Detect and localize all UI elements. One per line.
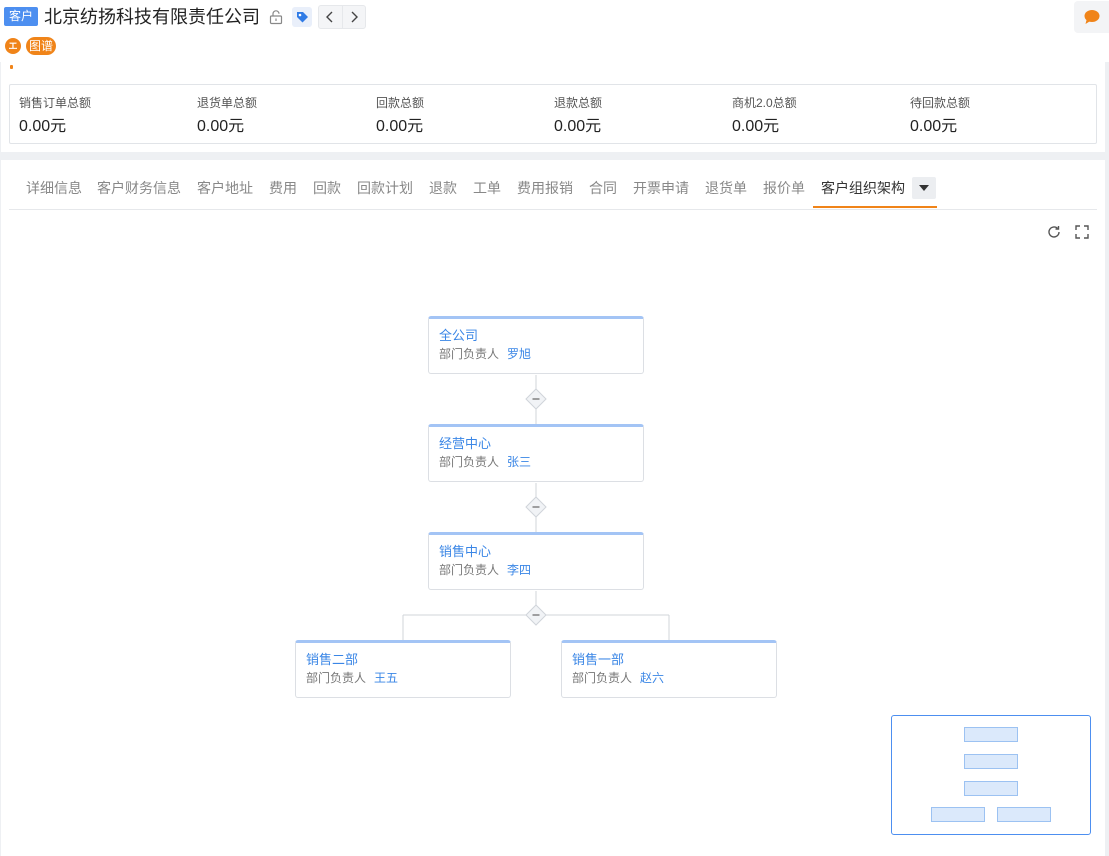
section-marker <box>10 65 13 69</box>
summary-value: 0.00元 <box>554 118 602 135</box>
minimap-node <box>931 807 985 822</box>
org-node-sales-dept-2[interactable]: 销售二部 部门负责人 王五 <box>295 640 511 698</box>
owner-avatar[interactable]: エ <box>5 38 21 54</box>
minimap-node <box>964 781 1018 796</box>
next-record-button[interactable] <box>341 6 365 28</box>
tab-work-orders[interactable]: 工单 <box>473 172 501 208</box>
chat-button[interactable] <box>1074 1 1109 33</box>
org-chart-minimap[interactable] <box>891 715 1091 835</box>
tab-payment-plan[interactable]: 回款计划 <box>357 172 413 208</box>
summary-label: 退款总额 <box>554 96 603 110</box>
tab-label: 客户组织架构 <box>821 180 905 196</box>
org-node-sales-dept-1[interactable]: 销售一部 部门负责人 赵六 <box>561 640 777 698</box>
previous-record-button[interactable] <box>319 6 342 28</box>
org-node-head[interactable]: 王五 <box>374 669 398 686</box>
org-node-name: 经营中心 <box>439 436 492 451</box>
refresh-icon[interactable] <box>1046 224 1062 240</box>
org-node-operations-center[interactable]: 经营中心 部门负责人 张三 <box>428 424 644 482</box>
summary-value: 0.00元 <box>376 118 424 135</box>
minimap-node <box>964 754 1018 769</box>
tab-return-orders[interactable]: 退货单 <box>705 172 747 208</box>
caret-down-icon <box>919 185 929 191</box>
tab-expense-reimbursement[interactable]: 费用报销 <box>517 172 573 208</box>
org-node-head[interactable]: 李四 <box>507 561 531 578</box>
tab-invoice-request[interactable]: 开票申请 <box>633 172 689 208</box>
summary-label: 退货单总额 <box>197 96 258 110</box>
collapse-icon[interactable] <box>525 604 547 626</box>
tab-quotes[interactable]: 报价单 <box>763 172 805 208</box>
summary-value: 0.00元 <box>732 118 780 135</box>
more-tabs-dropdown[interactable] <box>912 177 936 199</box>
org-node-name: 销售一部 <box>572 652 625 667</box>
record-type-badge: 客户 <box>4 7 39 26</box>
summary-box: 销售订单总额 0.00元 退货单总额 0.00元 回款总额 0.00元 退款总额… <box>9 84 1097 144</box>
tab-detail-info[interactable]: 详细信息 <box>26 172 82 208</box>
tab-contracts[interactable]: 合同 <box>589 172 617 208</box>
org-node-whole-company[interactable]: 全公司 部门负责人 罗旭 <box>428 316 644 374</box>
minimap-node <box>997 807 1051 822</box>
org-node-name: 全公司 <box>439 328 479 343</box>
org-node-role: 部门负责人 <box>439 347 500 361</box>
graph-tag[interactable]: 图谱 <box>26 37 57 55</box>
chevron-left-icon <box>326 11 333 23</box>
org-node-name: 销售二部 <box>306 652 359 667</box>
fullscreen-icon[interactable] <box>1074 224 1090 240</box>
collapse-icon[interactable] <box>525 388 547 410</box>
page-title: 北京纺扬科技有限责任公司 <box>44 7 260 27</box>
summary-panel: 销售订单总额 0.00元 退货单总额 0.00元 回款总额 0.00元 退款总额… <box>1 62 1105 152</box>
main-panel: 详细信息 客户财务信息 客户地址 费用 回款 回款计划 退款 工单 费用报销 合… <box>1 160 1105 856</box>
record-navigation <box>318 5 366 29</box>
minimap-node <box>964 727 1018 742</box>
lock-icon[interactable] <box>268 9 284 25</box>
org-node-role: 部门负责人 <box>439 563 500 577</box>
org-node-sales-center[interactable]: 销售中心 部门负责人 李四 <box>428 532 644 590</box>
summary-label: 待回款总额 <box>910 96 971 110</box>
org-node-role: 部门负责人 <box>306 671 367 685</box>
chevron-right-icon <box>351 11 358 23</box>
summary-value: 0.00元 <box>19 118 67 135</box>
collapse-icon[interactable] <box>525 496 547 518</box>
tab-payments[interactable]: 回款 <box>313 172 341 208</box>
chat-icon <box>1084 10 1099 24</box>
summary-value: 0.00元 <box>910 118 958 135</box>
org-node-head[interactable]: 张三 <box>507 453 531 470</box>
tab-expenses[interactable]: 费用 <box>269 172 297 208</box>
org-node-role: 部门负责人 <box>572 671 633 685</box>
org-node-role: 部门负责人 <box>439 455 500 469</box>
org-node-head[interactable]: 赵六 <box>640 669 664 686</box>
org-node-head[interactable]: 罗旭 <box>507 345 531 362</box>
tab-customer-finance[interactable]: 客户财务信息 <box>97 172 181 208</box>
tab-refunds[interactable]: 退款 <box>429 172 457 208</box>
record-header: 客户 北京纺扬科技有限责任公司 エ 图谱 <box>0 0 1109 62</box>
summary-value: 0.00元 <box>197 118 245 135</box>
tab-bar: 详细信息 客户财务信息 客户地址 费用 回款 回款计划 退款 工单 费用报销 合… <box>9 172 1097 210</box>
summary-label: 商机2.0总额 <box>732 96 797 110</box>
summary-label: 销售订单总额 <box>19 96 92 110</box>
tab-customer-address[interactable]: 客户地址 <box>197 172 253 208</box>
org-node-name: 销售中心 <box>439 544 492 559</box>
tag-icon[interactable] <box>292 7 312 27</box>
summary-label: 回款总额 <box>376 96 425 110</box>
